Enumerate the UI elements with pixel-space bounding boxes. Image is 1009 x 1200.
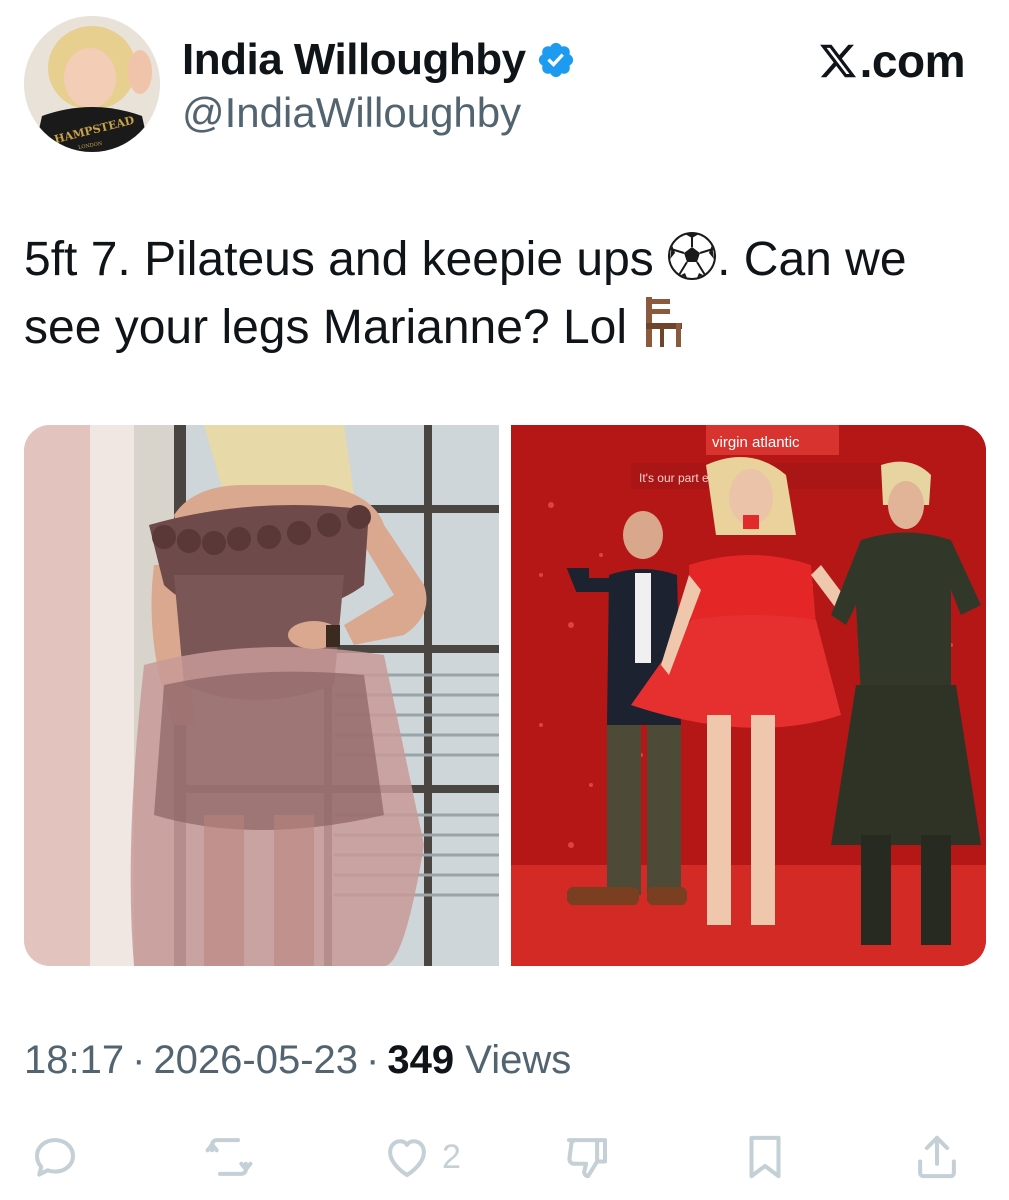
media-image-left[interactable] [24, 425, 499, 966]
meta-separator: · [132, 1038, 146, 1082]
repost-button[interactable] [200, 1130, 258, 1184]
heart-icon [380, 1130, 434, 1184]
verified-badge-icon [536, 40, 576, 80]
brand-watermark: .com [817, 34, 966, 88]
thumbs-down-icon [560, 1130, 614, 1184]
bookmark-button[interactable] [738, 1130, 792, 1184]
share-button[interactable] [910, 1130, 964, 1184]
display-name[interactable]: India Willoughby [182, 34, 526, 86]
author-name-row[interactable]: India Willoughby [182, 34, 576, 86]
dislike-button[interactable] [560, 1130, 614, 1184]
bookmark-icon [738, 1130, 792, 1184]
media-grid: virgin atlantic It's our part e fly how … [24, 425, 986, 966]
tweet-time[interactable]: 18:17 [24, 1038, 124, 1082]
reply-button[interactable] [28, 1130, 82, 1184]
meta-separator: · [366, 1038, 380, 1082]
soccer-ball-icon [667, 231, 717, 281]
views-label: Views [465, 1038, 572, 1082]
like-count: 2 [442, 1138, 461, 1176]
tweet-text: 5ft 7. Pilateus and keepie ups . Can we … [24, 226, 974, 362]
tweet-meta: 18:17 · 2026-05-23 · 349 Views [24, 1036, 571, 1084]
x-logo-icon [817, 41, 859, 81]
brand-text: .com [859, 35, 966, 87]
handle[interactable]: @IndiaWilloughby [182, 88, 521, 138]
share-icon [910, 1130, 964, 1184]
like-button[interactable]: 2 [380, 1130, 461, 1184]
repost-icon [200, 1130, 258, 1184]
right-image-sign-text: virgin atlantic [712, 434, 800, 451]
avatar[interactable]: HAMPSTEAD LONDON [24, 16, 160, 152]
chair-icon [640, 295, 686, 349]
action-bar: 2 [0, 1124, 1009, 1194]
tweet-date[interactable]: 2026-05-23 [153, 1038, 358, 1082]
views-count: 349 [387, 1038, 455, 1082]
reply-icon [28, 1130, 82, 1184]
media-image-right[interactable]: virgin atlantic It's our part e fly how … [511, 425, 986, 966]
tweet-text-part-1: 5ft 7. Pilateus and keepie ups [24, 233, 668, 286]
